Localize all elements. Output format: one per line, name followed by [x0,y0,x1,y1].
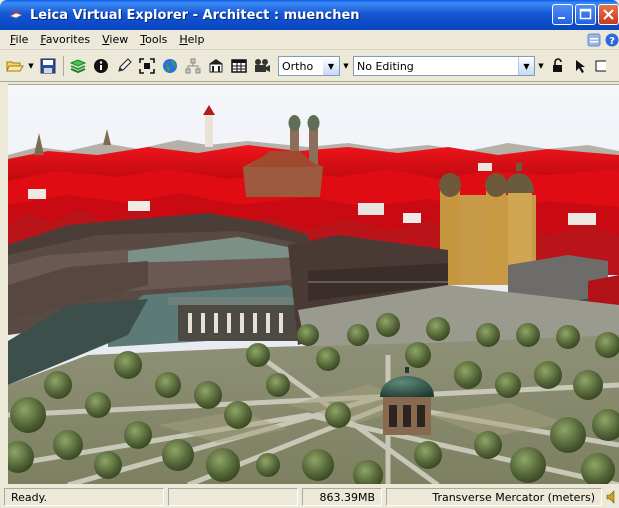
menu-file[interactable]: File [4,33,34,46]
zoom-extent-icon[interactable] [136,55,158,77]
app-icon [8,7,24,23]
speaker-icon[interactable] [606,490,618,504]
chevron-down-icon: ▼ [518,57,534,75]
edit-pen-icon[interactable] [113,55,135,77]
network-icon[interactable] [182,55,204,77]
save-icon[interactable] [37,55,59,77]
mdi-restore-icon[interactable] [587,33,601,50]
menu-favorites[interactable]: Favorites [34,33,96,46]
open-folder-icon[interactable] [4,55,26,77]
status-ready-text: Ready. [11,490,48,504]
menu-bar: File Favorites View Tools Help ? [0,30,619,50]
open-dropdown-arrow[interactable]: ▼ [27,55,35,77]
close-button[interactable] [598,4,619,25]
menu-help[interactable]: Help [173,33,210,46]
chevron-down-icon: ▼ [323,57,339,75]
menu-right-icons: ? [587,33,619,50]
rectangle-select-icon[interactable] [593,55,607,77]
status-memory-text: 863.39MB [319,490,375,504]
status-ready: Ready. [4,488,164,506]
status-coordinate-system: Transverse Mercator (meters) [386,488,602,506]
table-icon[interactable] [228,55,250,77]
status-memory: 863.39MB [302,488,382,506]
projection-extra-arrow[interactable]: ▼ [342,55,350,77]
editing-mode-select[interactable]: No Editing ▼ [353,56,535,76]
old-peter-tower [205,115,213,147]
title-bar: Leica Virtual Explorer - Architect : mue… [0,0,619,30]
maximize-button[interactable] [575,4,596,25]
projection-dropdown-button[interactable]: ▼ [323,56,340,76]
projection-select-value: Ortho [282,59,314,73]
projection-select[interactable]: Ortho [278,56,324,76]
toolbar: ▼ Ortho ▼ ▼ No Editing ▼ ▼ [0,51,619,82]
toolbar-separator [63,56,64,76]
editing-extra-arrow[interactable]: ▼ [537,55,545,77]
layers-icon[interactable] [67,55,89,77]
lock-icon[interactable] [547,55,569,77]
status-bar: Ready. 863.39MB Transverse Mercator (met… [0,486,619,508]
camera-icon[interactable] [251,55,273,77]
window-title: Leica Virtual Explorer - Architect : mue… [30,7,360,23]
menu-tools[interactable]: Tools [134,33,173,46]
svg-text:?: ? [609,36,615,47]
pointer-icon[interactable] [570,55,592,77]
status-empty-panel [168,488,298,506]
3d-viewport[interactable] [8,84,619,484]
window-controls [552,4,619,25]
minimize-button[interactable] [552,4,573,25]
info-icon[interactable] [90,55,112,77]
menu-view[interactable]: View [96,33,134,46]
globe-icon[interactable] [159,55,181,77]
editing-mode-value: No Editing [357,59,414,73]
help-icon[interactable]: ? [605,33,619,50]
status-coordinate-text: Transverse Mercator (meters) [432,490,595,504]
building-icon[interactable] [205,55,227,77]
